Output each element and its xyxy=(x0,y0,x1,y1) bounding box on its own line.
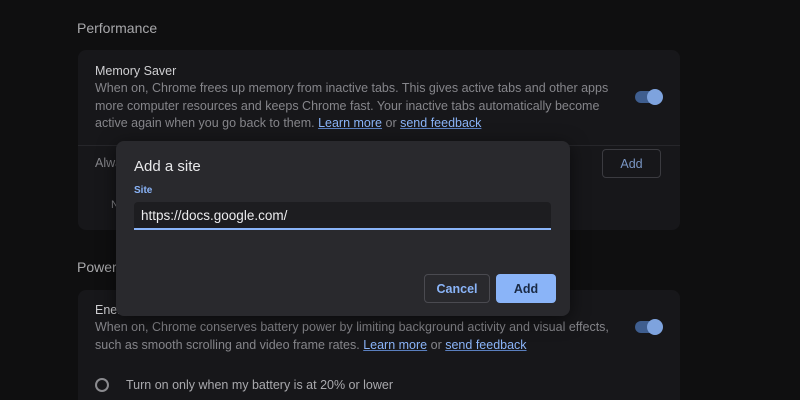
energy-or-text: or xyxy=(430,337,442,352)
dialog-title: Add a site xyxy=(134,158,201,175)
add-site-dialog: Add a site Site https://docs.google.com/… xyxy=(116,141,570,316)
power-section-title: Power xyxy=(77,259,117,275)
send-feedback-link[interactable]: send feedback xyxy=(400,116,481,130)
memory-saver-description: When on, Chrome frees up memory from ina… xyxy=(95,80,615,133)
toggle-knob xyxy=(647,319,663,335)
energy-saver-description: When on, Chrome conserves battery power … xyxy=(95,319,615,354)
energy-saver-toggle[interactable] xyxy=(635,319,663,335)
learn-more-link[interactable]: Learn more xyxy=(318,116,382,130)
add-button[interactable]: Add xyxy=(496,274,556,303)
add-site-button[interactable]: Add xyxy=(602,149,661,178)
site-input[interactable]: https://docs.google.com/ xyxy=(134,202,551,230)
battery-radio[interactable] xyxy=(95,378,109,392)
battery-radio-label: Turn on only when my battery is at 20% o… xyxy=(126,378,394,392)
toggle-knob xyxy=(647,89,663,105)
memory-saver-title: Memory Saver xyxy=(95,64,177,78)
energy-send-feedback-link[interactable]: send feedback xyxy=(445,338,526,352)
site-field-label: Site xyxy=(134,185,153,196)
cancel-button[interactable]: Cancel xyxy=(424,274,490,303)
performance-section-title: Performance xyxy=(77,20,158,36)
energy-learn-more-link[interactable]: Learn more xyxy=(363,338,427,352)
memory-saver-toggle[interactable] xyxy=(635,89,663,105)
settings-page: Performance Memory Saver When on, Chrome… xyxy=(0,0,800,400)
or-text: or xyxy=(385,116,397,130)
energy-saver-description-text: When on, Chrome conserves battery power … xyxy=(95,320,609,352)
